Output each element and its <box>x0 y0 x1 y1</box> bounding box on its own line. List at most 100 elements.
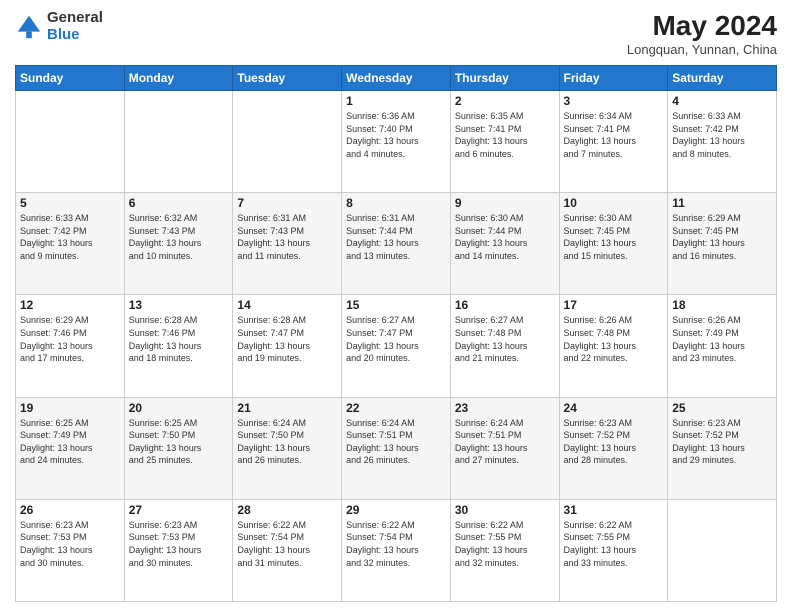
calendar-cell: 21 Sunrise: 6:24 AM Sunset: 7:50 PM Dayli… <box>233 397 342 499</box>
day-number: 19 <box>20 401 120 415</box>
day-info: Sunrise: 6:27 AM Sunset: 7:48 PM Dayligh… <box>455 314 555 364</box>
day-info: Sunrise: 6:33 AM Sunset: 7:42 PM Dayligh… <box>672 110 772 160</box>
day-number: 21 <box>237 401 337 415</box>
day-number: 10 <box>564 196 664 210</box>
day-number: 4 <box>672 94 772 108</box>
day-number: 28 <box>237 503 337 517</box>
calendar-cell <box>233 91 342 193</box>
header-monday: Monday <box>124 66 233 91</box>
day-info: Sunrise: 6:22 AM Sunset: 7:55 PM Dayligh… <box>564 519 664 569</box>
day-info: Sunrise: 6:22 AM Sunset: 7:54 PM Dayligh… <box>237 519 337 569</box>
day-number: 2 <box>455 94 555 108</box>
day-number: 16 <box>455 298 555 312</box>
calendar-cell: 27Sunrise: 6:23 AM Sunset: 7:53 PM Dayli… <box>124 499 233 601</box>
calendar-cell: 8 Sunrise: 6:31 AM Sunset: 7:44 PM Daylig… <box>342 193 451 295</box>
day-info: Sunrise: 6:22 AM Sunset: 7:55 PM Dayligh… <box>455 519 555 569</box>
day-number: 20 <box>129 401 229 415</box>
day-number: 12 <box>20 298 120 312</box>
calendar-cell <box>16 91 125 193</box>
logo-text: General Blue <box>47 10 103 43</box>
calendar-cell: 9 Sunrise: 6:30 AM Sunset: 7:44 PM Daylig… <box>450 193 559 295</box>
day-info: Sunrise: 6:22 AM Sunset: 7:54 PM Dayligh… <box>346 519 446 569</box>
logo: General Blue <box>15 10 103 43</box>
day-number: 15 <box>346 298 446 312</box>
header-saturday: Saturday <box>668 66 777 91</box>
calendar-cell <box>668 499 777 601</box>
logo-icon <box>15 13 43 41</box>
weekday-header-row: Sunday Monday Tuesday Wednesday Thursday… <box>16 66 777 91</box>
day-number: 25 <box>672 401 772 415</box>
day-info: Sunrise: 6:24 AM Sunset: 7:50 PM Dayligh… <box>237 417 337 467</box>
day-info: Sunrise: 6:31 AM Sunset: 7:44 PM Dayligh… <box>346 212 446 262</box>
calendar-cell: 14Sunrise: 6:28 AM Sunset: 7:47 PM Dayli… <box>233 295 342 397</box>
day-info: Sunrise: 6:24 AM Sunset: 7:51 PM Dayligh… <box>346 417 446 467</box>
day-info: Sunrise: 6:30 AM Sunset: 7:45 PM Dayligh… <box>564 212 664 262</box>
calendar-cell: 28 Sunrise: 6:22 AM Sunset: 7:54 PM Dayli… <box>233 499 342 601</box>
day-info: Sunrise: 6:23 AM Sunset: 7:52 PM Dayligh… <box>564 417 664 467</box>
header-thursday: Thursday <box>450 66 559 91</box>
day-number: 9 <box>455 196 555 210</box>
day-number: 14 <box>237 298 337 312</box>
calendar-cell: 30Sunrise: 6:22 AM Sunset: 7:55 PM Dayli… <box>450 499 559 601</box>
calendar-cell: 31 Sunrise: 6:22 AM Sunset: 7:55 PM Dayli… <box>559 499 668 601</box>
header-tuesday: Tuesday <box>233 66 342 91</box>
calendar-cell: 13Sunrise: 6:28 AM Sunset: 7:46 PM Dayli… <box>124 295 233 397</box>
calendar-cell: 20Sunrise: 6:25 AM Sunset: 7:50 PM Dayli… <box>124 397 233 499</box>
calendar-cell: 23 Sunrise: 6:24 AM Sunset: 7:51 PM Dayli… <box>450 397 559 499</box>
header-wednesday: Wednesday <box>342 66 451 91</box>
day-number: 13 <box>129 298 229 312</box>
day-info: Sunrise: 6:30 AM Sunset: 7:44 PM Dayligh… <box>455 212 555 262</box>
day-number: 29 <box>346 503 446 517</box>
calendar-cell: 4 Sunrise: 6:33 AM Sunset: 7:42 PM Daylig… <box>668 91 777 193</box>
day-info: Sunrise: 6:34 AM Sunset: 7:41 PM Dayligh… <box>564 110 664 160</box>
calendar-week-row: 1 Sunrise: 6:36 AM Sunset: 7:40 PM Daylig… <box>16 91 777 193</box>
calendar-cell: 2Sunrise: 6:35 AM Sunset: 7:41 PM Daylig… <box>450 91 559 193</box>
header-right: May 2024 Longquan, Yunnan, China <box>627 10 777 57</box>
calendar-cell: 24 Sunrise: 6:23 AM Sunset: 7:52 PM Dayli… <box>559 397 668 499</box>
logo-blue-text: Blue <box>47 27 103 44</box>
day-info: Sunrise: 6:23 AM Sunset: 7:53 PM Dayligh… <box>20 519 120 569</box>
header-friday: Friday <box>559 66 668 91</box>
calendar-cell: 5 Sunrise: 6:33 AM Sunset: 7:42 PM Daylig… <box>16 193 125 295</box>
day-number: 18 <box>672 298 772 312</box>
day-number: 23 <box>455 401 555 415</box>
calendar-cell: 29 Sunrise: 6:22 AM Sunset: 7:54 PM Dayli… <box>342 499 451 601</box>
calendar-cell <box>124 91 233 193</box>
day-number: 26 <box>20 503 120 517</box>
day-number: 8 <box>346 196 446 210</box>
calendar-cell: 3 Sunrise: 6:34 AM Sunset: 7:41 PM Daylig… <box>559 91 668 193</box>
day-info: Sunrise: 6:36 AM Sunset: 7:40 PM Dayligh… <box>346 110 446 160</box>
day-info: Sunrise: 6:31 AM Sunset: 7:43 PM Dayligh… <box>237 212 337 262</box>
day-info: Sunrise: 6:26 AM Sunset: 7:49 PM Dayligh… <box>672 314 772 364</box>
day-number: 27 <box>129 503 229 517</box>
calendar-cell: 25Sunrise: 6:23 AM Sunset: 7:52 PM Dayli… <box>668 397 777 499</box>
header: General Blue May 2024 Longquan, Yunnan, … <box>15 10 777 57</box>
day-info: Sunrise: 6:24 AM Sunset: 7:51 PM Dayligh… <box>455 417 555 467</box>
month-year-title: May 2024 <box>627 10 777 42</box>
day-number: 11 <box>672 196 772 210</box>
day-number: 6 <box>129 196 229 210</box>
calendar-week-row: 26 Sunrise: 6:23 AM Sunset: 7:53 PM Dayli… <box>16 499 777 601</box>
day-number: 5 <box>20 196 120 210</box>
calendar-cell: 15Sunrise: 6:27 AM Sunset: 7:47 PM Dayli… <box>342 295 451 397</box>
calendar-week-row: 19 Sunrise: 6:25 AM Sunset: 7:49 PM Dayli… <box>16 397 777 499</box>
calendar-cell: 12Sunrise: 6:29 AM Sunset: 7:46 PM Dayli… <box>16 295 125 397</box>
day-info: Sunrise: 6:33 AM Sunset: 7:42 PM Dayligh… <box>20 212 120 262</box>
day-number: 1 <box>346 94 446 108</box>
day-info: Sunrise: 6:25 AM Sunset: 7:49 PM Dayligh… <box>20 417 120 467</box>
calendar-cell: 26 Sunrise: 6:23 AM Sunset: 7:53 PM Dayli… <box>16 499 125 601</box>
day-info: Sunrise: 6:29 AM Sunset: 7:45 PM Dayligh… <box>672 212 772 262</box>
day-number: 31 <box>564 503 664 517</box>
logo-general-text: General <box>47 10 103 27</box>
page: General Blue May 2024 Longquan, Yunnan, … <box>0 0 792 612</box>
day-number: 24 <box>564 401 664 415</box>
calendar-cell: 6Sunrise: 6:32 AM Sunset: 7:43 PM Daylig… <box>124 193 233 295</box>
calendar-cell: 22Sunrise: 6:24 AM Sunset: 7:51 PM Dayli… <box>342 397 451 499</box>
header-sunday: Sunday <box>16 66 125 91</box>
location-subtitle: Longquan, Yunnan, China <box>627 42 777 57</box>
calendar-cell: 10 Sunrise: 6:30 AM Sunset: 7:45 PM Dayli… <box>559 193 668 295</box>
day-number: 3 <box>564 94 664 108</box>
calendar-cell: 19 Sunrise: 6:25 AM Sunset: 7:49 PM Dayli… <box>16 397 125 499</box>
calendar-cell: 1 Sunrise: 6:36 AM Sunset: 7:40 PM Daylig… <box>342 91 451 193</box>
calendar-cell: 16 Sunrise: 6:27 AM Sunset: 7:48 PM Dayli… <box>450 295 559 397</box>
